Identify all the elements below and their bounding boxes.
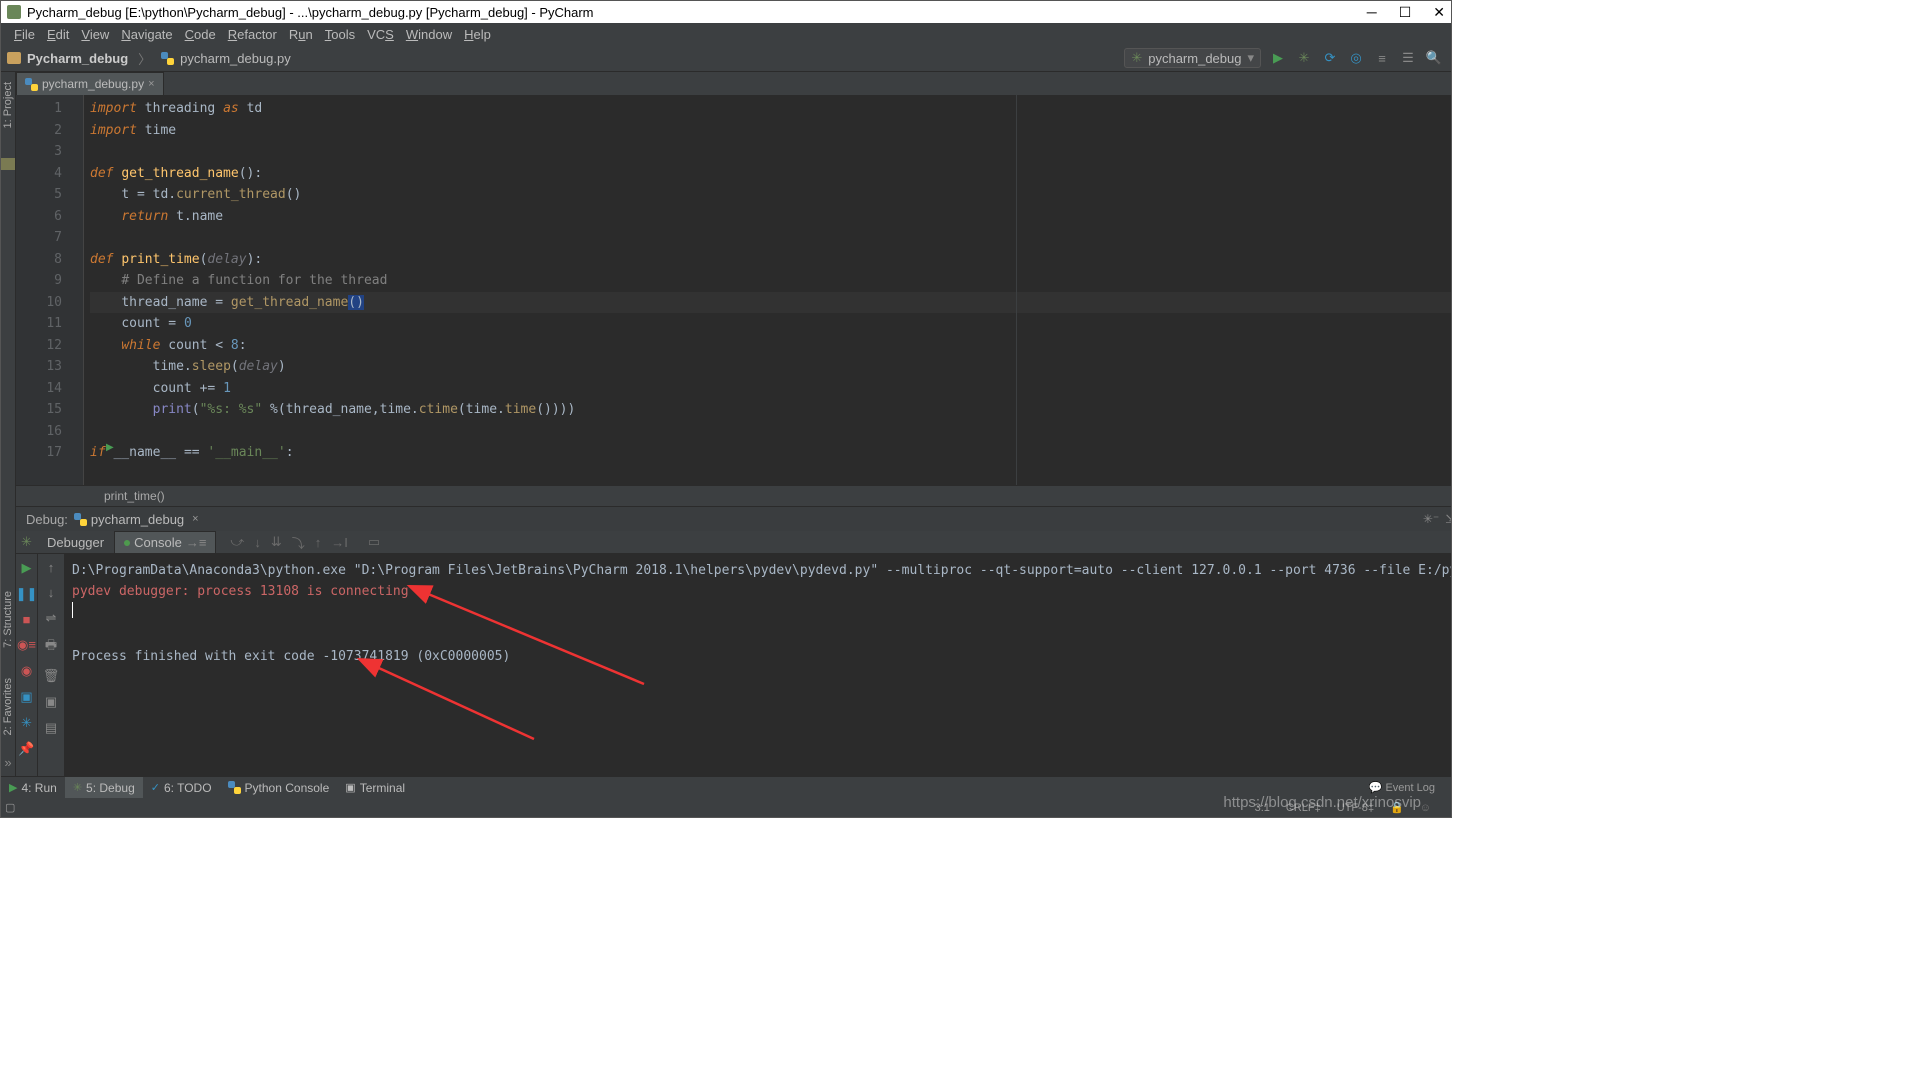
filter-icon[interactable]: ▤ [45,720,57,736]
settings-icon[interactable]: ≡ [1373,49,1391,67]
watermark: https://blog.csdn.net/xrinosvip [1223,794,1421,811]
debug-label: Debug: [26,512,68,527]
window-title: Pycharm_debug [E:\python\Pycharm_debug] … [27,5,594,20]
resume-icon[interactable]: ❚❚ [16,586,37,602]
line-gutter: 1234567891011121314151617 [16,95,68,485]
fold-gutter: ▶ [68,95,84,485]
python-file-icon [25,78,38,91]
breadcrumb-sep: 〉 [138,49,151,68]
run-config-selector[interactable]: ✳ pycharm_debug ▾ [1124,48,1261,68]
settings-icon[interactable]: ✳ [21,715,32,731]
sidebar-toggle-icon[interactable]: ▢ [5,801,15,814]
debug-button[interactable]: ✳ [1295,49,1313,67]
editor-margin-line [1016,95,1017,485]
run-config-name: pycharm_debug [1148,51,1241,66]
menu-bar: File Edit View Navigate Code Refactor Ru… [1,23,1451,45]
menu-navigate[interactable]: Navigate [118,26,175,43]
step-out-icon[interactable]: ↑ [315,535,322,550]
down-icon[interactable]: ↓ [48,585,55,600]
run-to-cursor-icon[interactable]: →I [331,535,348,550]
step-into-my-icon[interactable]: ⇊ [271,534,282,550]
console-output[interactable]: D:\ProgramData\Anaconda3\python.exe "D:\… [64,554,1451,776]
sidebar-project[interactable]: 1: Project [2,82,14,128]
inspector-icon[interactable]: ☺ [1420,802,1431,814]
code-area[interactable]: import threading as td import time def g… [84,95,1451,485]
menu-window[interactable]: Window [403,26,455,43]
tab-close-icon[interactable]: × [148,78,154,90]
debug-bug-icon[interactable]: ✳ [21,534,32,550]
step-over-icon[interactable]: ⤻ [230,534,244,550]
nav-bar: Pycharm_debug 〉 pycharm_debug.py ✳ pycha… [1,45,1451,72]
close-button[interactable]: ✕ [1433,4,1445,21]
menu-view[interactable]: View [78,26,112,43]
sidebar-favorites[interactable]: 2: Favorites [2,678,14,735]
menu-code[interactable]: Code [182,26,219,43]
menu-tools[interactable]: Tools [322,26,358,43]
breadcrumb-file[interactable]: pycharm_debug.py [180,51,291,66]
profile-button[interactable]: ◎ [1347,49,1365,67]
scroll-icon[interactable]: ▣ [45,694,57,710]
run-button[interactable]: ▶ [1269,49,1287,67]
breadcrumb-project[interactable]: Pycharm_debug [27,51,128,66]
rerun-icon[interactable]: ▶ [22,560,32,576]
terminal-toolwindow[interactable]: ▣Terminal [337,777,413,798]
menu-file[interactable]: File [11,26,38,43]
print-icon[interactable]: 🖶 [45,636,57,658]
wrap-icon[interactable]: ⇌ [46,610,57,626]
app-icon [7,5,21,19]
debug-toolwindow[interactable]: ✳5: Debug [65,777,143,798]
menu-vcs[interactable]: VCS [364,26,397,43]
code-breadcrumb: print_time() [16,485,1451,506]
evaluate-icon[interactable]: ▭ [368,534,380,550]
breakpoints-icon[interactable]: ◉≡ [17,637,36,653]
run-toolwindow[interactable]: ▶4: Run [1,777,65,798]
python-file-icon [161,52,174,65]
title-bar: Pycharm_debug [E:\python\Pycharm_debug] … [1,1,1451,23]
menu-help[interactable]: Help [461,26,494,43]
force-step-icon[interactable]: ⤵ [292,533,305,552]
run-gutter-icon[interactable]: ▶ [106,442,114,453]
editor-tabs: pycharm_debug.py × [16,72,1451,95]
up-icon[interactable]: ↑ [48,560,55,575]
python-console-toolwindow[interactable]: Python Console [220,777,338,798]
python-file-icon [228,781,241,794]
search-icon[interactable]: 🔍 [1425,49,1443,67]
coverage-button[interactable]: ⟳ [1321,49,1339,67]
console-tab[interactable]: Console →≡ [114,531,216,553]
console-line: D:\ProgramData\Anaconda3\python.exe "D:\… [72,563,1451,578]
sidebar-structure[interactable]: 7: Structure [2,591,14,648]
debug-close-icon[interactable]: × [192,513,198,525]
hide-icon[interactable]: ⇲ [1445,512,1451,526]
update-icon[interactable]: ☰ [1399,49,1417,67]
event-log[interactable]: 💬 Event Log [1369,781,1435,794]
sidebar-more-icon[interactable]: » [4,755,11,770]
gear-icon[interactable]: ✳⁻ [1423,512,1439,526]
mute-breakpoints-icon[interactable]: ◉ [21,663,32,679]
debug-session[interactable]: pycharm_debug × [74,512,199,527]
menu-refactor[interactable]: Refactor [225,26,280,43]
stop-icon[interactable]: ■ [23,612,31,627]
clear-icon[interactable]: 🗑 [43,668,60,684]
console-line: Process finished with exit code -1073741… [72,649,510,664]
project-folder-icon [7,52,21,64]
editor-tab[interactable]: pycharm_debug.py × [16,72,164,95]
minimize-button[interactable]: ─ [1367,4,1377,21]
debugger-tab[interactable]: Debugger [37,531,114,553]
step-into-icon[interactable]: ↓ [254,535,261,550]
view-breakpoints-icon[interactable]: ▣ [20,689,32,705]
todo-toolwindow[interactable]: ✓6: TODO [143,777,220,798]
menu-run[interactable]: Run [286,26,316,43]
tab-label: pycharm_debug.py [42,77,144,91]
pin-icon[interactable]: 📌 [18,741,34,757]
sidebar-icon[interactable] [1,158,15,170]
console-error-line: pydev debugger: process 13108 is connect… [72,584,409,599]
debug-header: Debug: pycharm_debug × ✳⁻ ⇲ [16,507,1451,531]
left-sidebar: 1: Project 7: Structure 2: Favorites » [1,72,16,776]
maximize-button[interactable]: ☐ [1399,4,1412,21]
breadcrumb-function[interactable]: print_time() [104,489,165,503]
status-bar-bottom: ▢ 3:1 CRLF‡ UTF-8‡ 🔒 ☺ https://blog.csdn… [1,798,1451,817]
python-file-icon [74,513,87,526]
menu-edit[interactable]: Edit [44,26,72,43]
